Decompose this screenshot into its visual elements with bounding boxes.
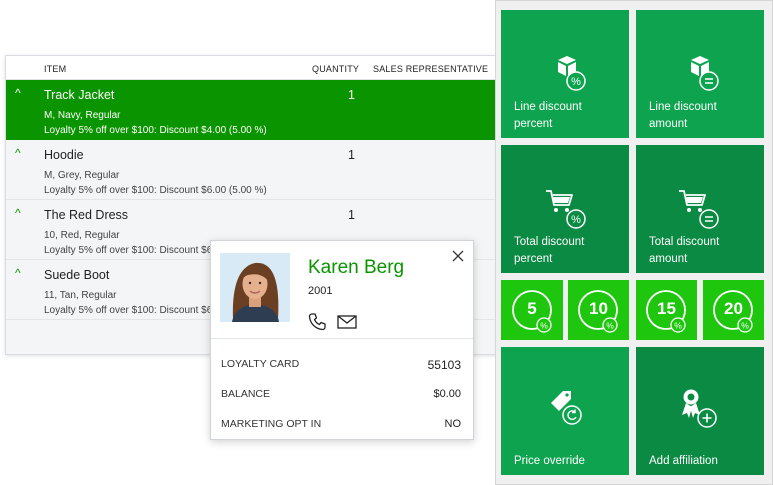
line-item-track-jacket[interactable]: ^ Track Jacket 1 M, Navy, Regular Loyalt… xyxy=(6,80,496,140)
item-variant: 11, Tan, Regular xyxy=(44,290,117,301)
row-value: 55103 xyxy=(427,358,461,372)
row-value: $0.00 xyxy=(433,388,461,400)
svg-text:%: % xyxy=(674,321,682,331)
svg-text:%: % xyxy=(571,214,581,226)
discount-value: 10 xyxy=(589,299,608,318)
discount-15-percent-button[interactable]: % 15 xyxy=(636,280,697,340)
tile-label: Price override xyxy=(514,455,585,467)
chevron-up-icon[interactable]: ^ xyxy=(15,206,21,220)
customer-name[interactable]: Karen Berg xyxy=(308,257,404,279)
discount-value: 5 xyxy=(527,299,537,318)
tile-label: Total discount amount xyxy=(649,236,720,265)
phone-icon[interactable] xyxy=(307,312,327,332)
cart-equals-icon xyxy=(679,190,719,229)
item-discount: Loyalty 5% off over $100: Discount $4.00… xyxy=(44,125,267,136)
add-affiliation-button[interactable]: Add affiliation xyxy=(636,347,764,475)
box-equals-icon xyxy=(691,56,719,91)
customer-photo xyxy=(220,253,290,322)
discount-20-percent-button[interactable]: % 20 xyxy=(703,280,764,340)
item-variant: M, Grey, Regular xyxy=(44,170,120,181)
tile-label: Line discount percent xyxy=(514,101,582,130)
pos-screen: ITEM QUANTITY SALES REPRESENTATIVE ^ Tra… xyxy=(0,0,773,485)
item-quantity: 1 xyxy=(348,208,355,222)
box-percent-icon: % xyxy=(558,56,586,91)
customer-card-header: Karen Berg 2001 xyxy=(211,241,473,339)
svg-text:%: % xyxy=(741,321,749,331)
customer-id: 2001 xyxy=(308,285,333,297)
tile-label: Add affiliation xyxy=(649,455,718,467)
tile-label: Line discount amount xyxy=(649,101,717,130)
column-header-item[interactable]: ITEM xyxy=(44,64,66,74)
column-header-sales-rep[interactable]: SALES REPRESENTATIVE xyxy=(373,64,488,74)
column-header-quantity[interactable]: QUANTITY xyxy=(312,64,359,74)
row-label: LOYALTY CARD xyxy=(221,358,300,370)
balance-row: BALANCE $0.00 xyxy=(211,378,473,408)
item-name: Track Jacket xyxy=(44,88,115,102)
row-label: BALANCE xyxy=(221,388,271,400)
row-label: MARKETING OPT IN xyxy=(221,418,322,430)
discount-value: 20 xyxy=(724,299,743,318)
discount-5-percent-button[interactable]: % 5 xyxy=(501,280,563,340)
customer-card: Karen Berg 2001 LOYALTY CARD 55103 BALAN… xyxy=(210,240,474,440)
chevron-up-icon[interactable]: ^ xyxy=(15,146,21,160)
loyalty-card-row: LOYALTY CARD 55103 xyxy=(211,348,473,378)
row-value: NO xyxy=(444,418,462,430)
mail-icon[interactable] xyxy=(337,314,357,330)
marketing-opt-in-row: MARKETING OPT IN NO xyxy=(211,408,473,438)
customer-avatar xyxy=(220,253,290,322)
item-quantity: 1 xyxy=(348,148,355,162)
item-name: The Red Dress xyxy=(44,208,129,222)
close-icon[interactable] xyxy=(451,249,465,263)
line-discount-amount-button[interactable]: Line discount amount xyxy=(636,10,764,138)
chevron-up-icon[interactable]: ^ xyxy=(15,86,21,100)
svg-text:%: % xyxy=(606,321,614,331)
discount-value: 15 xyxy=(657,299,676,318)
item-discount: Loyalty 5% off over $100: Discount $6.00… xyxy=(44,185,267,196)
line-item-hoodie[interactable]: ^ Hoodie 1 M, Grey, Regular Loyalty 5% o… xyxy=(6,140,496,200)
item-name: Suede Boot xyxy=(44,268,110,282)
svg-text:%: % xyxy=(540,321,548,331)
item-variant: M, Navy, Regular xyxy=(44,110,121,121)
total-discount-amount-button[interactable]: Total discount amount xyxy=(636,145,764,273)
button-grid: % Line discount percent Line discount am… xyxy=(495,0,773,485)
item-variant: 10, Red, Regular xyxy=(44,230,120,241)
cart-percent-icon: % xyxy=(546,190,586,229)
chevron-up-icon[interactable]: ^ xyxy=(15,266,21,280)
item-quantity: 1 xyxy=(348,88,355,102)
svg-text:%: % xyxy=(571,76,581,88)
total-discount-percent-button[interactable]: % Total discount percent xyxy=(501,145,629,273)
grid-header: ITEM QUANTITY SALES REPRESENTATIVE xyxy=(6,56,496,80)
line-discount-percent-button[interactable]: % Line discount percent xyxy=(501,10,629,138)
price-override-button[interactable]: Price override xyxy=(501,347,629,475)
ribbon-add-icon xyxy=(682,389,717,428)
discount-10-percent-button[interactable]: % 10 xyxy=(568,280,629,340)
item-name: Hoodie xyxy=(44,148,84,162)
tag-refresh-icon xyxy=(551,391,582,425)
tile-label: Total discount percent xyxy=(514,236,585,265)
